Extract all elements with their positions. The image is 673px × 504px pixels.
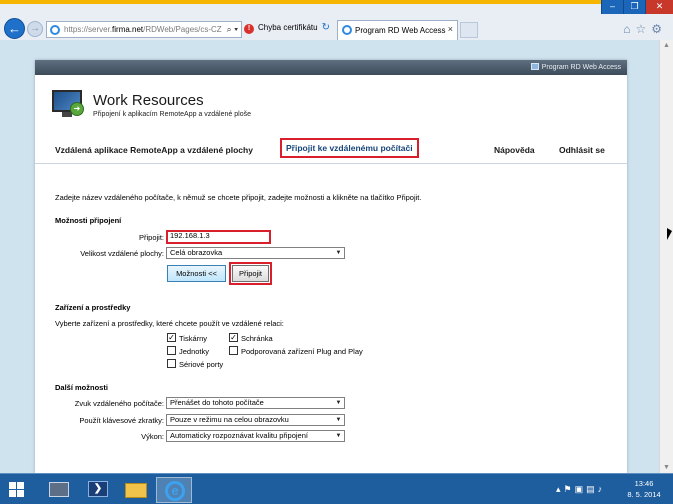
cert-error-icon: ! [244,24,254,34]
tab-help[interactable]: Nápověda [494,145,535,155]
search-dropdown-icon[interactable]: ⌕ ▾ [227,24,238,35]
tab-signout[interactable]: Odhlásit se [559,145,605,155]
browser-chrome: ← → https://server.firma.net/RDWeb/Pages… [0,0,673,40]
page-subtitle: Připojení k aplikacím RemoteApp a vzdále… [93,111,251,118]
address-url: https://server.firma.net/RDWeb/Pages/cs-… [64,25,222,34]
page-title: Work Resources [93,92,204,109]
printers-checkbox[interactable]: ✓ [167,333,176,342]
pnp-devices-label: Podporovaná zařízení Plug and Play [241,347,363,356]
keys-select-value: Pouze v režimu na celou obrazovku [170,415,289,424]
size-select-value: Celá obrazovka [170,248,223,257]
taskbar: ❯ e ▴⚑▣▤♪ 13:46 8. 5. 2014 [0,473,673,504]
server-manager-icon [49,482,69,497]
clipboard-checkbox[interactable]: ✓ [229,333,238,342]
url-scheme-host: https://server. [64,25,113,34]
keys-select[interactable]: Pouze v režimu na celou obrazovku ▼ [166,414,345,426]
powershell-icon: ❯ [88,481,108,497]
clipboard-label: Schránka [241,334,273,343]
main-nav: Vzdálená aplikace RemoteApp a vzdálené p… [35,136,627,164]
taskbar-powershell[interactable]: ❯ [80,477,116,503]
browser-toolbar: ← → https://server.firma.net/RDWeb/Pages… [0,4,673,40]
header-strip-label: Program RD Web Access [530,63,621,71]
browser-tab[interactable]: Program RD Web Access × [337,20,458,40]
computer-name-input[interactable]: 192.168.1.3 [166,230,271,244]
header-strip-text: Program RD Web Access [541,64,621,71]
rdweb-mini-icon [530,63,539,70]
start-tile-2 [17,482,24,489]
connect-label: Připojit: [138,233,164,242]
certificate-error[interactable]: ! Chyba certifikátu ↻ [244,22,330,34]
size-label: Velikost vzdálené plochy: [80,249,164,258]
cert-error-label: Chyba certifikátu [258,23,318,32]
sound-select-value: Přenášet do tohoto počítače [170,398,264,407]
remote-desktop-logo-icon: ➜ [52,90,86,120]
mouse-cursor-icon [667,228,672,240]
sound-select[interactable]: Přenášet do tohoto počítače ▼ [166,397,345,409]
size-select[interactable]: Celá obrazovka ▼ [166,247,345,259]
serial-ports-label: Sériové porty [179,360,224,369]
clock-time: 13:46 [634,479,654,488]
new-tab-button[interactable] [460,22,478,38]
scroll-up-icon[interactable]: ▲ [663,42,670,49]
chevron-down-icon: ▼ [335,250,342,256]
arrow-badge-icon: ➜ [70,102,84,116]
taskbar-explorer[interactable] [118,477,154,503]
start-tile-3 [9,490,16,497]
chevron-down-icon: ▼ [335,417,342,423]
rdweb-panel: Program RD Web Access ➜ Work Resources P… [35,60,627,473]
scroll-down-icon[interactable]: ▼ [663,464,670,471]
drives-label: Jednotky [179,347,210,356]
address-bar[interactable]: https://server.firma.net/RDWeb/Pages/cs-… [46,21,242,38]
connect-button[interactable]: Připojit [229,262,272,285]
printers-label: Tiskárny [179,334,208,343]
system-tray-icons[interactable]: ▴⚑▣▤♪ [556,484,605,495]
vertical-scrollbar[interactable]: ▲ ▼ [659,40,673,473]
taskbar-server-manager[interactable] [41,477,77,503]
connection-heading: Možnosti připojení [55,216,122,225]
folder-icon [125,483,147,498]
serial-ports-checkbox[interactable] [167,359,176,368]
ie-page-icon [50,25,60,35]
window-buttons: – ❐ ✕ [601,0,673,14]
tab-ie-icon [342,25,352,35]
intro-text: Zadejte název vzdáleného počítače, k něm… [55,193,422,202]
start-button[interactable] [9,482,25,498]
clock-date: 8. 5. 2014 [627,490,661,499]
clock[interactable]: 13:46 8. 5. 2014 [619,478,669,500]
header-strip: Program RD Web Access [35,60,627,75]
forward-button[interactable]: → [27,21,43,37]
devices-heading: Zařízení a prostředky [55,303,131,312]
chevron-down-icon: ▼ [335,433,342,439]
performance-select-value: Automaticky rozpoznávat kvalitu připojen… [170,431,308,440]
tab-connect-remote[interactable]: Připojit ke vzdálenému počítači [280,138,419,158]
performance-select[interactable]: Automaticky rozpoznávat kvalitu připojen… [166,430,345,442]
page-viewport: Program RD Web Access ➜ Work Resources P… [0,40,659,473]
tab-title: Program RD Web Access [355,26,446,35]
performance-label: Výkon: [141,432,164,441]
reload-icon[interactable]: ↻ [322,22,330,33]
back-button[interactable]: ← [4,18,25,39]
url-path: /RDWeb/Pages/cs-CZ [143,25,222,34]
pnp-devices-checkbox[interactable] [229,346,238,355]
devices-description: Vyberte zařízení a prostředky, které chc… [55,319,284,328]
close-window-button[interactable]: ✕ [645,0,673,14]
start-tile-1 [9,482,16,489]
more-options-heading: Další možnosti [55,383,108,392]
ie-icon: e [165,481,185,501]
url-domain: firma.net [112,25,144,34]
toolbar-icons[interactable]: ⌂☆⚙ [623,22,667,36]
minimize-button[interactable]: – [601,0,623,14]
sound-label: Zvuk vzdáleného počítače: [74,399,164,408]
restore-button[interactable]: ❐ [623,0,645,14]
tab-remoteapp[interactable]: Vzdálená aplikace RemoteApp a vzdálené p… [55,145,253,155]
drives-checkbox[interactable] [167,346,176,355]
start-tile-4 [17,490,24,497]
keys-label: Použít klávesové zkratky: [79,416,164,425]
tab-close-icon[interactable]: × [448,24,453,34]
chevron-down-icon: ▼ [335,400,342,406]
taskbar-internet-explorer[interactable]: e [156,477,192,503]
options-toggle-button[interactable]: Možnosti << [167,265,226,282]
